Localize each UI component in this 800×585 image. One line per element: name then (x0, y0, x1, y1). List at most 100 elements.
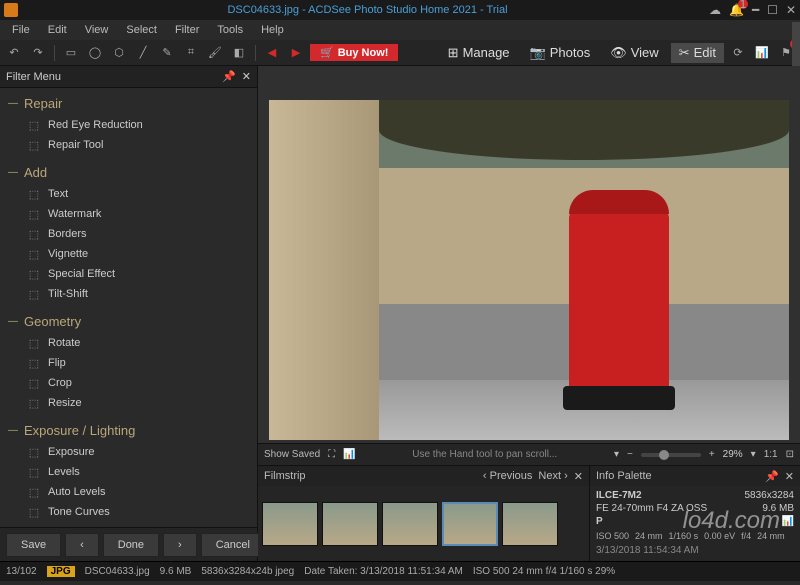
sync-icon[interactable]: ⟳ (728, 43, 748, 63)
filter-vignette[interactable]: ⬚Vignette (0, 244, 257, 264)
menu-edit[interactable]: Edit (40, 22, 75, 38)
save-button[interactable]: Save (6, 533, 61, 557)
canvas-hint: Use the Hand tool to pan scroll... (364, 449, 606, 460)
thumbnail[interactable] (262, 502, 318, 546)
crop-icon[interactable]: ⌗ (181, 43, 201, 63)
filter-tilt-shift[interactable]: ⬚Tilt-Shift (0, 284, 257, 304)
bottom-panels: Filmstrip ‹ Previous Next › ✕ Info Palet… (258, 465, 800, 561)
line-icon[interactable]: ╱ (133, 43, 153, 63)
fit-button[interactable]: 1:1 (764, 449, 778, 460)
sidebar-content[interactable]: —Repair⬚Red Eye Reduction⬚Repair Tool —Ad… (0, 88, 257, 527)
filter-resize[interactable]: ⬚Resize (0, 393, 257, 413)
info-close-icon[interactable]: ✕ (785, 470, 794, 483)
filmstrip-close-icon[interactable]: ✕ (574, 470, 583, 483)
exposure-icon: ⬚ (26, 445, 42, 459)
info-datetime: 3/13/2018 11:54:34 AM (596, 545, 794, 556)
filter-special-effect[interactable]: ⬚Special Effect (0, 264, 257, 284)
thumbnail[interactable] (502, 502, 558, 546)
status-dimensions: 5836x3284x24b jpeg (201, 566, 294, 577)
filter-tone-curves[interactable]: ⬚Tone Curves (0, 502, 257, 522)
status-exif: ISO 500 24 mm f/4 1/160 s 29% (473, 566, 615, 577)
redo-icon[interactable]: ↷ (28, 43, 48, 63)
filter-exposure[interactable]: ⬚Exposure (0, 442, 257, 462)
minimize-icon[interactable]: ━ (752, 3, 759, 17)
group-Exposure / Lighting[interactable]: —Exposure / Lighting (0, 419, 257, 442)
window-title: DSC04633.jpg - ACDSee Photo Studio Home … (26, 4, 709, 16)
maximize-icon[interactable]: ☐ (767, 3, 778, 17)
thumbnail[interactable] (322, 502, 378, 546)
menu-filter[interactable]: Filter (167, 22, 207, 38)
brush-icon[interactable]: 🖌 (205, 43, 225, 63)
histogram-icon[interactable]: 📊 (343, 449, 355, 460)
vignette-icon: ⬚ (26, 247, 42, 261)
sparkle-icon: ⬚ (26, 267, 42, 281)
filmstrip-prev[interactable]: ‹ Previous (483, 470, 533, 483)
thumbnail[interactable] (442, 502, 498, 546)
show-saved-button[interactable]: Show Saved (264, 449, 320, 460)
filter-levels[interactable]: ⬚Levels (0, 462, 257, 482)
menu-file[interactable]: File (4, 22, 38, 38)
zoom-in-icon[interactable]: + (709, 449, 715, 460)
next-icon[interactable]: ▶ (286, 43, 306, 63)
next-button[interactable]: › (163, 533, 197, 557)
group-Add[interactable]: —Add (0, 161, 257, 184)
menu-tools[interactable]: Tools (209, 22, 251, 38)
menu-view[interactable]: View (77, 22, 117, 38)
mode-photos[interactable]: 📷Photos (522, 43, 599, 63)
group-Repair[interactable]: —Repair (0, 92, 257, 115)
filter-watermark[interactable]: ⬚Watermark (0, 204, 257, 224)
text-icon: ⬚ (26, 187, 42, 201)
filter-flip[interactable]: ⬚Flip (0, 353, 257, 373)
zoom-value: 29% (723, 449, 743, 460)
zoom-out-icon[interactable]: − (627, 449, 633, 460)
filter-auto-levels[interactable]: ⬚Auto Levels (0, 482, 257, 502)
eyedropper-icon[interactable]: ✎ (157, 43, 177, 63)
filter-red-eye-reduction[interactable]: ⬚Red Eye Reduction (0, 115, 257, 135)
info-palette: Info Palette 📌 ✕ ILCE-7M25836x3284 FE 24… (590, 466, 800, 561)
menu-help[interactable]: Help (253, 22, 292, 38)
canvas[interactable] (258, 66, 800, 443)
filter-crop[interactable]: ⬚Crop (0, 373, 257, 393)
close-panel-icon[interactable]: ✕ (242, 70, 251, 83)
camera-icon: 📷 (530, 45, 546, 61)
buy-now-button[interactable]: 🛒 Buy Now! (310, 44, 398, 61)
status-filesize: 9.6 MB (160, 566, 192, 577)
filter-repair-tool[interactable]: ⬚Repair Tool (0, 135, 257, 155)
prev-icon[interactable]: ◀ (262, 43, 282, 63)
expand-icon[interactable]: ⊡ (786, 449, 794, 460)
thumbnail[interactable] (382, 502, 438, 546)
mode-edit[interactable]: ✂Edit (671, 43, 724, 63)
app-logo (4, 3, 18, 17)
border-icon: ⬚ (26, 227, 42, 241)
select-rect-icon[interactable]: ▭ (61, 43, 81, 63)
zoom-dropdown-icon[interactable]: ▾ (751, 449, 756, 460)
stats-icon[interactable]: 📊 (752, 43, 772, 63)
collapse-icon: — (8, 98, 18, 109)
eye-icon: 👁 (610, 45, 627, 61)
info-pin-icon[interactable]: 📌 (765, 470, 779, 483)
eraser-icon[interactable]: ◧ (229, 43, 249, 63)
prev-button[interactable]: ‹ (65, 533, 99, 557)
done-button[interactable]: Done (103, 533, 159, 557)
menu-select[interactable]: Select (118, 22, 165, 38)
zoom-slider[interactable] (641, 453, 701, 457)
undo-icon[interactable]: ↶ (4, 43, 24, 63)
curves-icon: ⬚ (26, 505, 42, 519)
mode-manage[interactable]: ⊞Manage (440, 43, 518, 63)
notify-icon[interactable]: 🔔1 (729, 3, 744, 17)
fullscreen-icon[interactable]: ⛶ (328, 449, 335, 460)
filter-borders[interactable]: ⬚Borders (0, 224, 257, 244)
filter-rotate[interactable]: ⬚Rotate (0, 333, 257, 353)
mode-view[interactable]: 👁View (602, 43, 666, 63)
filmstrip-next[interactable]: Next › (538, 470, 567, 483)
group-Geometry[interactable]: —Geometry (0, 310, 257, 333)
close-icon[interactable]: ✕ (786, 3, 796, 17)
info-lens: FE 24-70mm F4 ZA OSS (596, 503, 707, 514)
select-ellipse-icon[interactable]: ◯ (85, 43, 105, 63)
cancel-button[interactable]: Cancel (201, 533, 265, 557)
filter-text[interactable]: ⬚Text (0, 184, 257, 204)
zoom-menu-icon[interactable]: ▾ (614, 449, 619, 460)
lasso-icon[interactable]: ⬡ (109, 43, 129, 63)
cloud-icon[interactable]: ☁ (709, 3, 721, 17)
pin-icon[interactable]: 📌 (222, 70, 236, 83)
